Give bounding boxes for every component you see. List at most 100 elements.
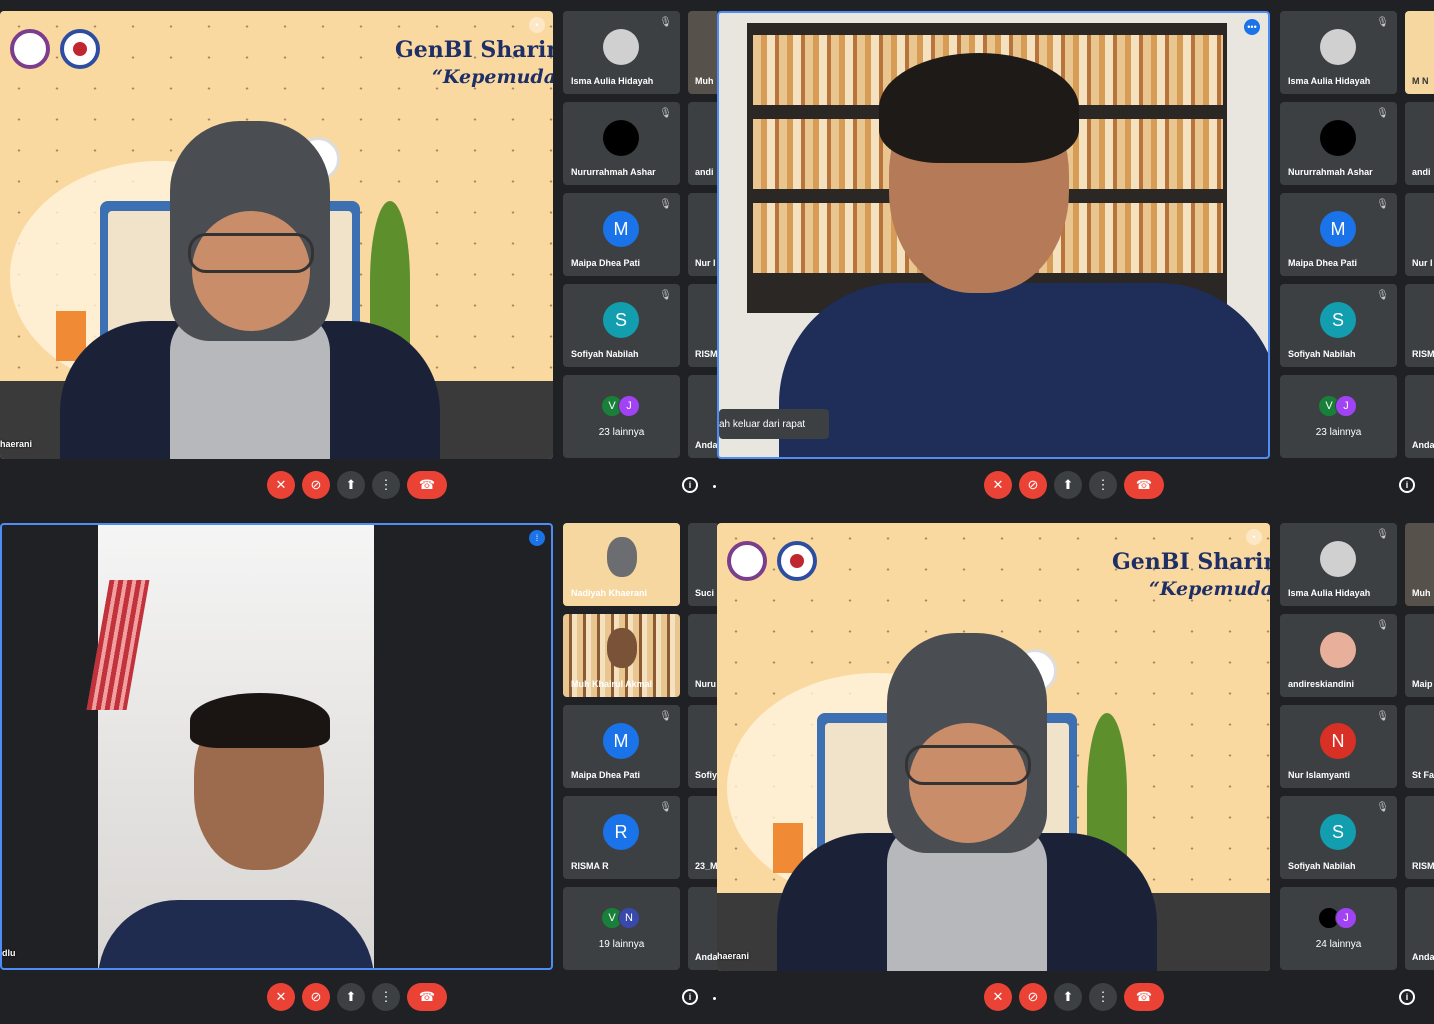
participant-tile-partial[interactable]: andi	[688, 102, 717, 185]
more-participants-tile[interactable]: J 24 lainnya	[1280, 887, 1397, 970]
more-participants-tile[interactable]: V N 19 lainnya	[563, 887, 680, 970]
mic-off-icon: 🎙	[1376, 802, 1389, 813]
participant-name: Sofiyah Nabilah	[571, 349, 639, 359]
participant-tile-partial[interactable]: St Fa	[1405, 705, 1434, 788]
participant-name: Sofiyah Nabilah	[1288, 861, 1356, 871]
hang-up-icon[interactable]: ☎	[407, 471, 447, 499]
participant-avatar: M	[603, 211, 639, 247]
participant-tile-partial[interactable]: RISM	[1405, 796, 1434, 879]
main-video-tile[interactable]: ah keluar dari rapat •••	[717, 11, 1270, 459]
meeting-screenshot-top-left: GenBI Sharing S “Kepemudaa haerani • 🎙 I…	[0, 0, 717, 512]
participant-avatar	[603, 29, 639, 65]
more-participants-count: 19 lainnya	[598, 939, 645, 950]
participant-tile-partial[interactable]: Sofiy	[688, 705, 717, 788]
participant-tile-partial[interactable]: Nuru	[688, 614, 717, 697]
participant-tile-partial[interactable]: Nur I	[1405, 193, 1434, 276]
tile-options-icon[interactable]: •••	[1244, 19, 1260, 35]
participant-tile-partial[interactable]: M N	[1405, 11, 1434, 94]
participant-video	[777, 633, 1157, 971]
participant-tile[interactable]: 🎙 andireskiandini	[1280, 614, 1397, 697]
participant-tile[interactable]: 🎙 Nururrahmah Ashar	[1280, 102, 1397, 185]
participant-tile[interactable]: Nadiyah Khaerani	[563, 523, 680, 606]
mini-avatar: N	[618, 907, 640, 929]
present-icon[interactable]: ⬆	[1054, 471, 1082, 499]
participant-tile-partial[interactable]: RISM	[1405, 284, 1434, 367]
participant-tile[interactable]: M 🎙 Maipa Dhea Pati	[563, 193, 680, 276]
tile-options-icon[interactable]: •	[1246, 529, 1262, 545]
participant-name: Nur Islamyanti	[1288, 770, 1351, 780]
participant-tile[interactable]: R 🎙 RISMA R	[563, 796, 680, 879]
participant-sidebar: 🎙 Isma Aulia Hidayah 🎙 Nururrahmah Ashar…	[1280, 11, 1397, 466]
participant-sidebar: 🎙 Isma Aulia Hidayah 🎙 andireskiandini N…	[1280, 523, 1397, 978]
info-icon[interactable]: i	[1399, 989, 1415, 1005]
mic-off-icon[interactable]: ✕	[984, 983, 1012, 1011]
info-icon[interactable]: i	[682, 989, 698, 1005]
participant-name: andireskiandini	[1288, 679, 1355, 689]
more-vert-icon[interactable]: ⋮	[1089, 471, 1117, 499]
hang-up-icon[interactable]: ☎	[407, 983, 447, 1011]
present-icon[interactable]: ⬆	[337, 983, 365, 1011]
participant-tile-partial[interactable]: Anda	[688, 375, 717, 458]
participant-tile[interactable]: 🎙 Nururrahmah Ashar	[563, 102, 680, 185]
participant-tile[interactable]: S 🎙 Sofiyah Nabilah	[563, 284, 680, 367]
participant-tile[interactable]: S 🎙 Sofiyah Nabilah	[1280, 796, 1397, 879]
meeting-screenshot-top-right: ah keluar dari rapat ••• 🎙 Isma Aulia Hi…	[717, 0, 1434, 512]
bank-indonesia-logo	[60, 29, 100, 69]
main-video-tile[interactable]: GenBI Sharing S “Kepemudaa haerani •	[717, 523, 1270, 971]
call-controls: ✕ ⊘ ⬆ ⋮ ☎	[267, 471, 447, 499]
camera-off-icon[interactable]: ⊘	[302, 471, 330, 499]
participant-tile[interactable]: 🎙 Isma Aulia Hidayah	[1280, 523, 1397, 606]
present-icon[interactable]: ⬆	[337, 471, 365, 499]
more-participants-tile[interactable]: V J 23 lainnya	[563, 375, 680, 458]
info-icon[interactable]: i	[682, 477, 698, 493]
participant-avatar: R	[603, 814, 639, 850]
hang-up-icon[interactable]: ☎	[1124, 983, 1164, 1011]
participant-tile[interactable]: N 🎙 Nur Islamyanti	[1280, 705, 1397, 788]
left-meeting-notification: ah keluar dari rapat	[719, 409, 829, 439]
participant-tile-partial[interactable]: Nur I	[688, 193, 717, 276]
participant-tile-partial[interactable]: Anda	[1405, 375, 1434, 458]
mic-off-icon[interactable]: ✕	[984, 471, 1012, 499]
more-avatars: V J	[601, 395, 651, 419]
participant-name: Maipa Dhea Pati	[571, 258, 641, 268]
participant-tile[interactable]: Muh Khairul Akmal	[563, 614, 680, 697]
mic-off-icon[interactable]: ✕	[267, 471, 295, 499]
participant-tile-partial[interactable]: RISM	[688, 284, 717, 367]
participant-tile-partial[interactable]: Anda	[688, 887, 717, 970]
hang-up-icon[interactable]: ☎	[1124, 471, 1164, 499]
more-vert-icon[interactable]: ⋮	[1089, 983, 1117, 1011]
more-participants-tile[interactable]: V J 23 lainnya	[1280, 375, 1397, 458]
participant-sidebar: Nadiyah Khaerani Muh Khairul Akmal M 🎙 M…	[563, 523, 680, 978]
camera-off-icon[interactable]: ⊘	[1019, 983, 1047, 1011]
mic-off-icon: 🎙	[1376, 108, 1389, 119]
main-video-tile[interactable]: GenBI Sharing S “Kepemudaa haerani •	[0, 11, 553, 459]
participant-tile-partial[interactable]: andi	[1405, 102, 1434, 185]
participant-tile-partial[interactable]: Muh	[688, 11, 717, 94]
participant-tile[interactable]: 🎙 Isma Aulia Hidayah	[1280, 11, 1397, 94]
mini-avatar: J	[618, 395, 640, 417]
participant-tile-partial[interactable]: Anda	[1405, 887, 1434, 970]
participant-tile-partial[interactable]: 23_M	[688, 796, 717, 879]
participant-tile-partial[interactable]: Suci	[688, 523, 717, 606]
main-video-tile[interactable]: dlu ⁞	[0, 523, 553, 970]
participant-tile[interactable]: S 🎙 Sofiyah Nabilah	[1280, 284, 1397, 367]
participant-tile[interactable]: M 🎙 Maipa Dhea Pati	[563, 705, 680, 788]
participant-tile[interactable]: M 🎙 Maipa Dhea Pati	[1280, 193, 1397, 276]
info-icon[interactable]: i	[1399, 477, 1415, 493]
participant-tile-partial[interactable]: Maip	[1405, 614, 1434, 697]
participant-name: Nururrahmah Ashar	[1288, 167, 1373, 177]
participant-tile[interactable]: 🎙 Isma Aulia Hidayah	[563, 11, 680, 94]
present-icon[interactable]: ⬆	[1054, 983, 1082, 1011]
tile-options-icon[interactable]: •	[529, 17, 545, 33]
participant-avatar: S	[603, 302, 639, 338]
participant-tile-partial[interactable]: Muh	[1405, 523, 1434, 606]
participant-name: Maipa Dhea Pati	[1288, 258, 1358, 268]
camera-off-icon[interactable]: ⊘	[1019, 471, 1047, 499]
mic-off-icon[interactable]: ✕	[267, 983, 295, 1011]
more-vert-icon[interactable]: ⋮	[372, 471, 400, 499]
more-avatars: J	[1318, 907, 1368, 931]
camera-off-icon[interactable]: ⊘	[302, 983, 330, 1011]
call-controls: ✕ ⊘ ⬆ ⋮ ☎	[984, 983, 1164, 1011]
separator-dot	[713, 485, 716, 488]
more-vert-icon[interactable]: ⋮	[372, 983, 400, 1011]
